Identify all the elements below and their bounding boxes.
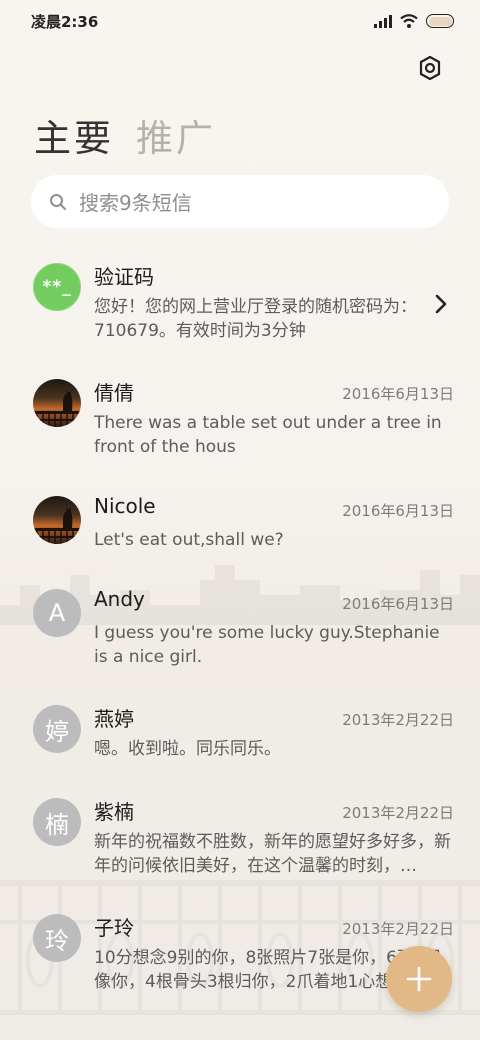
message-preview: 嗯。收到啦。同乐同乐。: [94, 739, 281, 759]
avatar: [33, 496, 81, 544]
sender-name: 验证码: [94, 265, 154, 289]
search-bar[interactable]: 搜索9条短信: [31, 175, 449, 228]
avatar: A: [33, 589, 81, 637]
sender-name: 子玲: [94, 916, 134, 940]
avatar: 楠: [33, 798, 81, 846]
settings-button[interactable]: [414, 52, 446, 84]
search-placeholder: 搜索9条短信: [79, 191, 192, 215]
status-time: 凌晨2:36: [31, 12, 99, 31]
sender-name: Andy: [94, 587, 145, 611]
signal-icon: [374, 14, 392, 28]
status-icons: [374, 14, 454, 28]
message-preview: 新年的祝福数不胜数，新年的愿望好多好多，新年的问候依旧美好，在这个温馨的时刻，…: [94, 832, 451, 876]
search-icon: [50, 193, 66, 210]
message-date: 2013年2月22日: [342, 804, 454, 822]
sender-name: Nicole: [94, 494, 156, 518]
sender-name: 倩倩: [94, 381, 134, 405]
message-preview: I guess you're some lucky guy.Stephanie …: [94, 623, 440, 667]
message-date: 2013年2月22日: [342, 920, 454, 938]
status-bar: 凌晨2:36: [0, 0, 480, 42]
sender-name: 燕婷: [94, 707, 134, 731]
sender-name: 紫楠: [94, 800, 134, 824]
message-date: 2013年2月22日: [342, 711, 454, 729]
message-date: 2016年6月13日: [342, 502, 454, 520]
avatar: 玲: [33, 914, 81, 962]
battery-icon: [426, 14, 454, 28]
cat-silhouette-image: [33, 390, 81, 427]
category-tabs: 主要 推广: [34, 108, 216, 162]
message-preview: Let's eat out,shall we?: [94, 530, 284, 550]
tab-primary[interactable]: 主要: [34, 108, 114, 162]
tab-promotions[interactable]: 推广: [136, 108, 216, 162]
message-preview: There was a table set out under a tree i…: [94, 413, 442, 457]
avatar: **_: [33, 263, 81, 311]
plus-icon: [406, 966, 432, 992]
message-date: 2016年6月13日: [342, 595, 454, 613]
new-message-button[interactable]: [386, 946, 452, 1012]
message-date: 2016年6月13日: [342, 385, 454, 403]
message-preview: 您好！您的网上营业厅登录的随机密码为：710679。有效时间为3分钟: [94, 297, 417, 341]
avatar: 婷: [33, 705, 81, 753]
avatar: [33, 379, 81, 427]
chevron-right-icon[interactable]: [432, 293, 450, 315]
cat-silhouette-image: [33, 507, 81, 544]
wifi-icon: [400, 14, 418, 28]
settings-icon: [419, 55, 441, 81]
